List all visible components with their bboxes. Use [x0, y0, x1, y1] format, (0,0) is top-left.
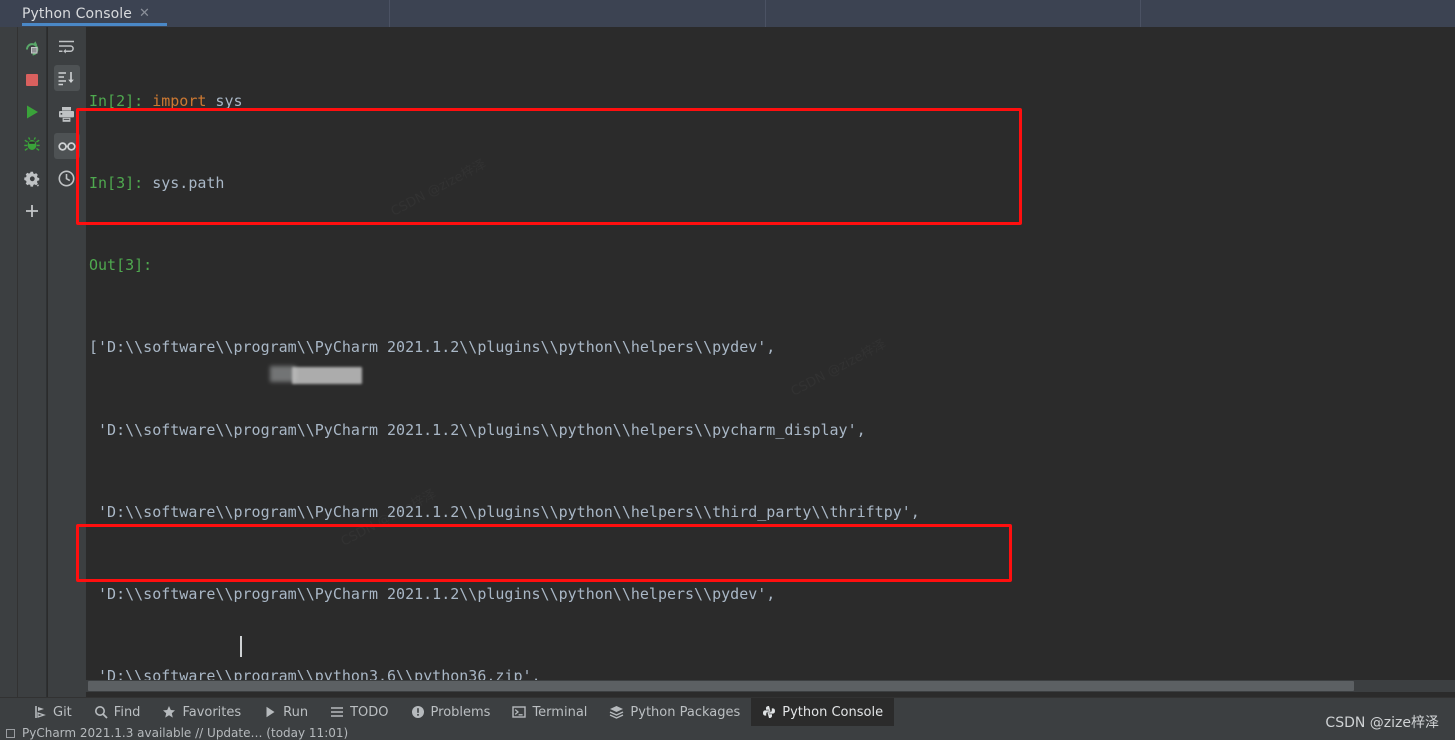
play-icon	[263, 705, 277, 719]
bottom-tab-git[interactable]: Git	[22, 698, 83, 726]
rerun-icon[interactable]	[19, 35, 45, 61]
search-icon	[94, 705, 108, 719]
tool-window-bar: Git Find Favorites	[0, 697, 1455, 726]
bottom-tab-label: Python Console	[782, 705, 883, 720]
console-line-out3: Out[3]:	[89, 252, 965, 279]
bottom-tab-label: Run	[283, 705, 308, 720]
import-target: sys	[206, 92, 242, 110]
bottom-tab-python-console[interactable]: Python Console	[751, 698, 894, 726]
prompt-out3: Out[3]:	[89, 256, 152, 274]
bottom-tab-label: Python Packages	[630, 705, 740, 720]
tab-label: Python Console	[22, 6, 132, 22]
tab-cell-empty-3	[1141, 0, 1455, 27]
console-toolbar-right	[48, 27, 85, 697]
bottom-tab-label: TODO	[350, 705, 388, 720]
stop-icon[interactable]	[19, 67, 45, 93]
structure-rail: Structure	[0, 27, 18, 697]
console-line-in3: In[3]: sys.path	[89, 170, 965, 197]
checkbox-icon[interactable]	[6, 729, 15, 738]
console-input-caret	[240, 636, 242, 657]
packages-icon	[609, 705, 624, 719]
pycharm-window: Python Console ✕ Structure	[0, 0, 1455, 740]
star-icon	[162, 705, 176, 719]
console-line-in2: In[2]: import sys	[89, 88, 965, 115]
expression-syspath: sys.path	[152, 174, 224, 192]
tab-cell-empty-2	[766, 0, 1141, 27]
horizontal-scrollbar-thumb[interactable]	[88, 681, 1354, 691]
redacted-username	[292, 367, 362, 384]
list-icon	[330, 705, 344, 719]
console-toolbar-left	[18, 27, 47, 697]
git-branch-icon	[33, 705, 47, 719]
tab-cell-active: Python Console ✕	[0, 0, 390, 27]
status-bar-message[interactable]: PyCharm 2021.1.3 available // Update… (t…	[22, 726, 348, 740]
console-gutter-divider	[85, 27, 86, 697]
bottom-tab-problems[interactable]: Problems	[400, 698, 502, 726]
bottom-tab-python-packages[interactable]: Python Packages	[598, 698, 751, 726]
view-mode-icon[interactable]	[54, 133, 80, 159]
console-text: In[2]: import sys In[3]: sys.path Out[3]…	[89, 33, 965, 697]
bottom-tab-find[interactable]: Find	[83, 698, 152, 726]
plus-icon[interactable]	[19, 198, 45, 224]
bottom-tab-run[interactable]: Run	[252, 698, 319, 726]
soft-wrap-icon[interactable]	[54, 33, 80, 59]
prompt-in2: In[2]:	[89, 92, 143, 110]
warning-icon	[411, 705, 425, 719]
python-icon	[762, 705, 776, 719]
bottom-tab-terminal[interactable]: Terminal	[501, 698, 598, 726]
output-path-line: 'D:\\software\\program\\PyCharm 2021.1.2…	[89, 417, 965, 444]
scroll-to-end-icon[interactable]	[54, 65, 80, 91]
print-icon[interactable]	[54, 101, 80, 127]
tab-active-underline	[22, 23, 167, 26]
terminal-icon	[512, 705, 526, 719]
output-path-line: 'D:\\software\\program\\PyCharm 2021.1.2…	[89, 581, 965, 608]
close-icon[interactable]: ✕	[139, 7, 150, 20]
debug-icon[interactable]	[19, 131, 45, 157]
bottom-tab-label: Find	[114, 705, 141, 720]
history-clock-icon[interactable]	[54, 165, 80, 191]
bottom-tab-label: Terminal	[532, 705, 587, 720]
bottom-tab-label: Favorites	[182, 705, 241, 720]
python-console-output[interactable]: CSDN @zize梓泽 CSDN @zize梓泽 CSDN @zize梓泽 I…	[85, 27, 1455, 697]
tab-cell-empty-1	[390, 0, 766, 27]
output-path-line: ['D:\\software\\program\\PyCharm 2021.1.…	[89, 334, 965, 361]
bottom-tab-label: Git	[53, 705, 72, 720]
prompt-in3: In[3]:	[89, 174, 143, 192]
output-path-line: 'D:\\software\\program\\PyCharm 2021.1.2…	[89, 499, 965, 526]
bottom-tab-label: Problems	[431, 705, 491, 720]
settings-gear-icon[interactable]	[19, 166, 45, 192]
bottom-tab-todo[interactable]: TODO	[319, 698, 399, 726]
bottom-tab-favorites[interactable]: Favorites	[151, 698, 252, 726]
keyword-import: import	[152, 92, 206, 110]
tool-window-tab-strip: Python Console ✕	[0, 0, 1455, 27]
run-icon[interactable]	[19, 99, 45, 125]
status-bar: PyCharm 2021.1.3 available // Update… (t…	[0, 726, 1455, 740]
